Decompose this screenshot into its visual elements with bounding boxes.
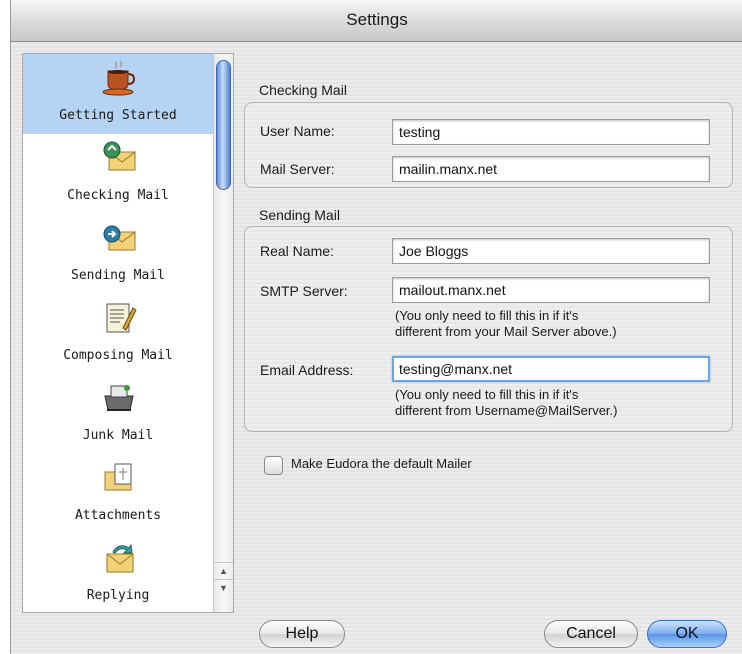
email-address-label: Email Address:	[260, 362, 354, 378]
sidebar-item-attachments[interactable]: Attachments	[23, 454, 213, 534]
checking-mail-heading: Checking Mail	[259, 82, 347, 98]
cancel-button[interactable]: Cancel	[544, 620, 638, 648]
scrollbar-thumb[interactable]	[216, 60, 231, 190]
default-mailer-label[interactable]: Make Eudora the default Mailer	[291, 456, 472, 471]
window-title: Settings	[11, 0, 742, 42]
sidebar-item-label: Attachments	[74, 508, 162, 523]
junk-mail-icon	[104, 385, 134, 411]
email-hint-line-1: (You only need to fill this in if it's	[395, 387, 579, 402]
sidebar-list: Getting Started Checking Mail Sending Ma…	[23, 54, 213, 612]
replying-icon	[106, 543, 134, 573]
default-mailer-checkbox[interactable]	[264, 456, 283, 475]
smtp-hint-line-2: different from your Mail Server above.)	[395, 324, 617, 339]
sidebar-scrollbar[interactable]: ▲ ▼	[213, 54, 233, 612]
composing-mail-icon	[106, 303, 137, 333]
sidebar-item-label: Sending Mail	[71, 268, 165, 283]
sending-mail-heading: Sending Mail	[259, 207, 340, 223]
sidebar-item-label: Composing Mail	[63, 348, 173, 363]
mail-server-label: Mail Server:	[260, 161, 335, 177]
username-label: User Name:	[260, 123, 335, 139]
real-name-field[interactable]: Joe Bloggs	[392, 238, 710, 264]
attachments-icon	[104, 463, 132, 491]
sidebar-item-label: Replying	[86, 588, 150, 603]
smtp-server-label: SMTP Server:	[260, 283, 348, 299]
sidebar-item-sending-mail[interactable]: Sending Mail	[23, 214, 213, 294]
ok-button[interactable]: OK	[647, 620, 727, 648]
sending-mail-group: Real Name: Joe Bloggs SMTP Server: mailo…	[244, 226, 733, 432]
settings-sidebar: Getting Started Checking Mail Sending Ma…	[22, 53, 234, 613]
sidebar-item-checking-mail[interactable]: Checking Mail	[23, 134, 213, 214]
mail-server-field[interactable]: mailin.manx.net	[392, 156, 710, 182]
scroll-up-arrow-icon[interactable]: ▲	[214, 562, 233, 578]
sidebar-item-label: Checking Mail	[67, 188, 169, 203]
checking-mail-group: User Name: testing Mail Server: mailin.m…	[244, 102, 733, 188]
settings-window: Settings Getting Started Checking Mail S…	[10, 0, 742, 654]
help-button[interactable]: Help	[259, 620, 345, 648]
coffee-cup-icon	[102, 60, 136, 96]
sidebar-item-getting-started[interactable]: Getting Started	[23, 54, 213, 134]
email-address-field[interactable]: testing@manx.net	[392, 356, 710, 382]
sidebar-item-label: Junk Mail	[82, 428, 154, 443]
sidebar-item-replying[interactable]: Replying	[23, 534, 213, 612]
checking-mail-icon	[103, 141, 136, 171]
real-name-label: Real Name:	[260, 243, 334, 259]
smtp-hint-line-1: (You only need to fill this in if it's	[395, 308, 579, 323]
sidebar-item-label: Getting Started	[59, 108, 177, 123]
email-hint-line-2: different from Username@MailServer.)	[395, 403, 618, 418]
smtp-server-field[interactable]: mailout.manx.net	[392, 277, 710, 303]
sending-mail-icon	[103, 225, 136, 251]
username-field[interactable]: testing	[392, 119, 710, 145]
scroll-down-arrow-icon[interactable]: ▼	[214, 579, 233, 595]
sidebar-item-junk-mail[interactable]: Junk Mail	[23, 374, 213, 454]
sidebar-item-composing-mail[interactable]: Composing Mail	[23, 294, 213, 374]
